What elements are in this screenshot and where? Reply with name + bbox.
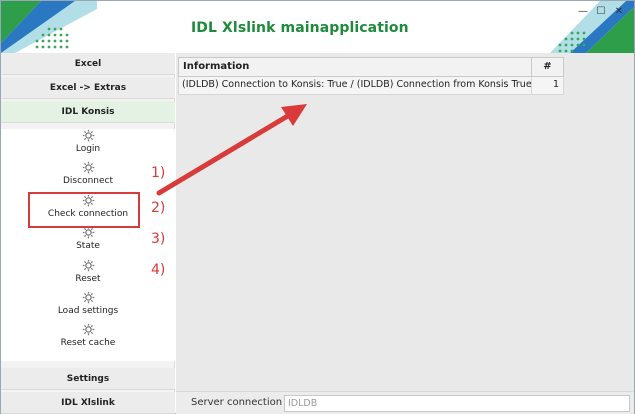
sidebar: Excel Excel -> Extras IDL Konsis Login D…	[1, 53, 175, 414]
annotation-label-4: 4)	[151, 262, 166, 278]
sidebar-section-excel-extras[interactable]: Excel -> Extras	[1, 77, 175, 99]
sidebar-item-state[interactable]: State	[1, 226, 175, 256]
sidebar-item-label: Reset cache	[60, 338, 116, 348]
annotation-label-3: 3)	[151, 231, 166, 247]
gear-icon	[82, 259, 94, 272]
annotation-label-1: 1)	[151, 165, 166, 181]
sidebar-item-load-settings[interactable]: Load settings	[1, 291, 175, 321]
column-header-information[interactable]: Information	[178, 57, 532, 77]
sidebar-item-label: Reset	[75, 274, 101, 284]
sidebar-section-settings[interactable]: Settings	[1, 368, 175, 390]
server-connection-label: Server connection	[191, 397, 283, 408]
sidebar-items: Login Disconnect Check connection State …	[1, 129, 175, 361]
sidebar-item-label: Load settings	[57, 306, 119, 316]
annotation-label-2: 2)	[151, 200, 166, 216]
gear-icon	[82, 161, 94, 174]
grid-header: Information #	[178, 57, 564, 77]
column-header-number[interactable]: #	[532, 57, 564, 77]
sidebar-section-idl-konsis[interactable]: IDL Konsis	[1, 101, 175, 123]
gear-icon	[82, 291, 94, 304]
cell-number: 1	[532, 77, 564, 95]
close-button[interactable]: ✕	[610, 3, 628, 19]
window-controls: — ☐ ✕	[574, 3, 628, 19]
sidebar-item-label: Disconnect	[63, 176, 113, 186]
main-panel	[176, 53, 634, 414]
cell-information: (IDLDB) Connection to Konsis: True / (ID…	[178, 77, 532, 95]
gear-icon	[82, 129, 94, 142]
brand-logo-left	[1, 1, 97, 53]
sidebar-item-label: Login	[75, 144, 101, 154]
server-connection-field[interactable]: IDLDB	[284, 395, 630, 412]
sidebar-item-disconnect[interactable]: Disconnect	[1, 161, 175, 191]
app-window: IDL Xlslink mainapplication — ☐ ✕ Excel …	[0, 0, 635, 414]
maximize-button[interactable]: ☐	[592, 3, 610, 19]
sidebar-section-idl-xlslink[interactable]: IDL Xlslink	[1, 392, 175, 414]
sidebar-item-reset[interactable]: Reset	[1, 259, 175, 289]
sidebar-item-login[interactable]: Login	[1, 129, 175, 159]
sidebar-item-label: State	[76, 241, 100, 251]
status-bar: Server connection IDLDB	[176, 391, 634, 414]
minimize-button[interactable]: —	[574, 3, 592, 19]
app-header: IDL Xlslink mainapplication — ☐ ✕	[1, 1, 634, 53]
app-title: IDL Xlslink mainapplication	[191, 20, 409, 36]
sidebar-section-excel[interactable]: Excel	[1, 53, 175, 75]
sidebar-item-reset-cache[interactable]: Reset cache	[1, 323, 175, 353]
table-row[interactable]: (IDLDB) Connection to Konsis: True / (ID…	[178, 77, 564, 95]
gear-icon	[82, 323, 94, 336]
annotation-highlight-box	[28, 192, 140, 228]
